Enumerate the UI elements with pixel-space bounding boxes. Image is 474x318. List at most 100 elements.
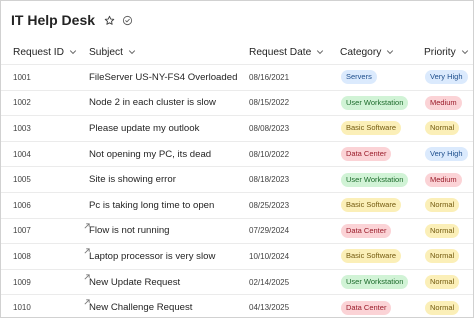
subject-cell[interactable]: New Challenge Request bbox=[84, 295, 192, 317]
list-view: IT Help Desk Request ID Subject Request … bbox=[0, 0, 474, 318]
priority-badge: Normal bbox=[425, 275, 460, 290]
subject-cell[interactable]: Not opening my PC, its dead bbox=[89, 142, 211, 167]
request-id-cell: 1002 bbox=[13, 98, 31, 108]
new-item-icon bbox=[84, 274, 90, 280]
subject-cell[interactable]: Pc is taking long time to open bbox=[89, 193, 214, 218]
table-row[interactable]: 1001 FileServer US-NY-FS4 Overloaded 08/16… bbox=[1, 64, 473, 90]
request-date-cell: 08/18/2023 bbox=[249, 175, 290, 185]
subject-cell[interactable]: Site is showing error bbox=[89, 167, 176, 192]
category-badge: User Workstation bbox=[341, 275, 409, 290]
new-item-icon bbox=[84, 222, 90, 229]
subject-cell[interactable]: Flow is not running bbox=[84, 219, 170, 244]
category-badge: Data Center bbox=[341, 223, 392, 238]
request-date-cell: 08/15/2022 bbox=[249, 98, 290, 108]
category-cell: Basic Software bbox=[341, 193, 402, 218]
request-date-cell: 04/13/2025 bbox=[249, 303, 290, 313]
subject-text: Pc is taking long time to open bbox=[89, 199, 215, 211]
priority-badge: Normal bbox=[425, 121, 460, 136]
column-header-label: Subject bbox=[89, 46, 123, 58]
subject-cell[interactable]: Laptop processor is very slow bbox=[84, 244, 216, 269]
priority-badge: Medium bbox=[425, 172, 462, 187]
table-row[interactable]: 1004 Not opening my PC, its dead 08/10/202… bbox=[1, 140, 473, 167]
category-badge: Basic Software bbox=[341, 198, 402, 213]
new-item-icon bbox=[84, 299, 90, 305]
column-header-label: Category bbox=[340, 46, 382, 58]
subject-cell[interactable]: Please update my outlook bbox=[89, 116, 199, 141]
request-id-cell: 1007 bbox=[13, 226, 31, 236]
category-cell: Data Center bbox=[341, 142, 392, 167]
chevron-down-icon bbox=[128, 48, 136, 56]
request-date-cell: 08/08/2023 bbox=[249, 123, 290, 133]
request-date-cell: 08/10/2022 bbox=[249, 149, 290, 159]
column-header-request-id[interactable]: Request ID bbox=[13, 41, 77, 63]
request-id-cell: 1004 bbox=[13, 149, 31, 159]
priority-badge: Normal bbox=[425, 249, 460, 264]
table-row[interactable]: 1006 Pc is taking long time to open 08/25/… bbox=[1, 192, 473, 218]
category-cell: User Workstation bbox=[341, 167, 409, 192]
category-badge: Basic Software bbox=[341, 249, 402, 264]
subject-cell[interactable]: FileServer US-NY-FS4 Overloaded bbox=[89, 65, 237, 90]
page-title: IT Help Desk bbox=[11, 12, 96, 28]
subject-text: New Update Request bbox=[89, 276, 181, 288]
subject-text: Not opening my PC, its dead bbox=[89, 148, 212, 160]
priority-cell: Medium bbox=[425, 167, 462, 192]
list-header: IT Help Desk bbox=[11, 10, 134, 30]
category-cell: Basic Software bbox=[341, 116, 402, 141]
request-id-cell: 1003 bbox=[13, 123, 31, 133]
priority-cell: Medium bbox=[425, 91, 462, 116]
column-header-label: Priority bbox=[424, 46, 456, 58]
chevron-down-icon bbox=[69, 48, 77, 56]
request-id-cell: 1006 bbox=[13, 200, 31, 210]
chevron-down-icon bbox=[461, 48, 469, 56]
subject-text: Please update my outlook bbox=[89, 122, 200, 134]
priority-cell: Normal bbox=[425, 193, 460, 218]
subject-cell[interactable]: New Update Request bbox=[84, 270, 181, 295]
priority-badge: Normal bbox=[425, 198, 460, 213]
request-date-cell: 10/10/2024 bbox=[249, 251, 290, 261]
category-badge: Data Center bbox=[341, 300, 392, 315]
request-date-cell: 07/29/2024 bbox=[249, 226, 290, 236]
priority-cell: Normal bbox=[425, 295, 460, 317]
check-circle-icon[interactable] bbox=[120, 13, 134, 27]
request-id-cell: 1001 bbox=[13, 72, 31, 82]
request-id-cell: 1009 bbox=[13, 277, 31, 287]
column-header-label: Request Date bbox=[249, 46, 312, 58]
column-header-category[interactable]: Category bbox=[340, 41, 394, 63]
request-id-cell: 1008 bbox=[13, 251, 31, 261]
category-cell: Basic Software bbox=[341, 244, 402, 269]
new-item-icon bbox=[84, 248, 90, 254]
column-header-request-date[interactable]: Request Date bbox=[249, 41, 324, 63]
table-row[interactable]: 1008 Laptop processor is very slow 10/10/2… bbox=[1, 243, 473, 269]
table-row[interactable]: 1007 Flow is not running 07/29/2024 Data Ce… bbox=[1, 217, 473, 244]
column-header-priority[interactable]: Priority bbox=[424, 41, 469, 63]
table-row[interactable]: 1010 New Challenge Request 04/13/2025 Data … bbox=[1, 294, 473, 317]
category-badge: Servers bbox=[341, 70, 377, 85]
category-cell: Data Center bbox=[341, 219, 392, 244]
subject-text: Laptop processor is very slow bbox=[89, 250, 216, 262]
subject-cell[interactable]: Node 2 in each cluster is slow bbox=[89, 91, 216, 116]
subject-text: Node 2 in each cluster is slow bbox=[89, 97, 216, 109]
priority-cell: Normal bbox=[425, 116, 460, 141]
category-badge: User Workstation bbox=[341, 95, 409, 110]
table-row[interactable]: 1003 Please update my outlook 08/08/2023 Ba… bbox=[1, 115, 473, 141]
category-badge: Basic Software bbox=[341, 121, 402, 136]
table-row[interactable]: 1009 New Update Request 02/14/2025 User Wor… bbox=[1, 268, 473, 295]
priority-cell: Very High bbox=[425, 142, 468, 167]
star-icon[interactable] bbox=[102, 13, 116, 27]
category-cell: Data Center bbox=[341, 295, 392, 317]
chevron-down-icon bbox=[316, 48, 324, 56]
request-id-cell: 1010 bbox=[13, 303, 31, 313]
category-badge: User Workstation bbox=[341, 172, 409, 187]
request-date-cell: 08/25/2023 bbox=[249, 200, 290, 210]
table-row[interactable]: 1002 Node 2 in each cluster is slow 08/15/… bbox=[1, 89, 473, 116]
subject-text: Site is showing error bbox=[89, 174, 176, 186]
category-badge: Data Center bbox=[341, 147, 392, 162]
priority-badge: Very High bbox=[425, 70, 468, 85]
category-cell: User Workstation bbox=[341, 91, 409, 116]
column-header-subject[interactable]: Subject bbox=[89, 41, 136, 63]
chevron-down-icon bbox=[386, 48, 394, 56]
table-row[interactable]: 1005 Site is showing error 08/18/2023 User … bbox=[1, 166, 473, 192]
priority-cell: Very High bbox=[425, 65, 468, 90]
priority-badge: Normal bbox=[425, 300, 460, 315]
request-date-cell: 08/16/2021 bbox=[249, 72, 290, 82]
